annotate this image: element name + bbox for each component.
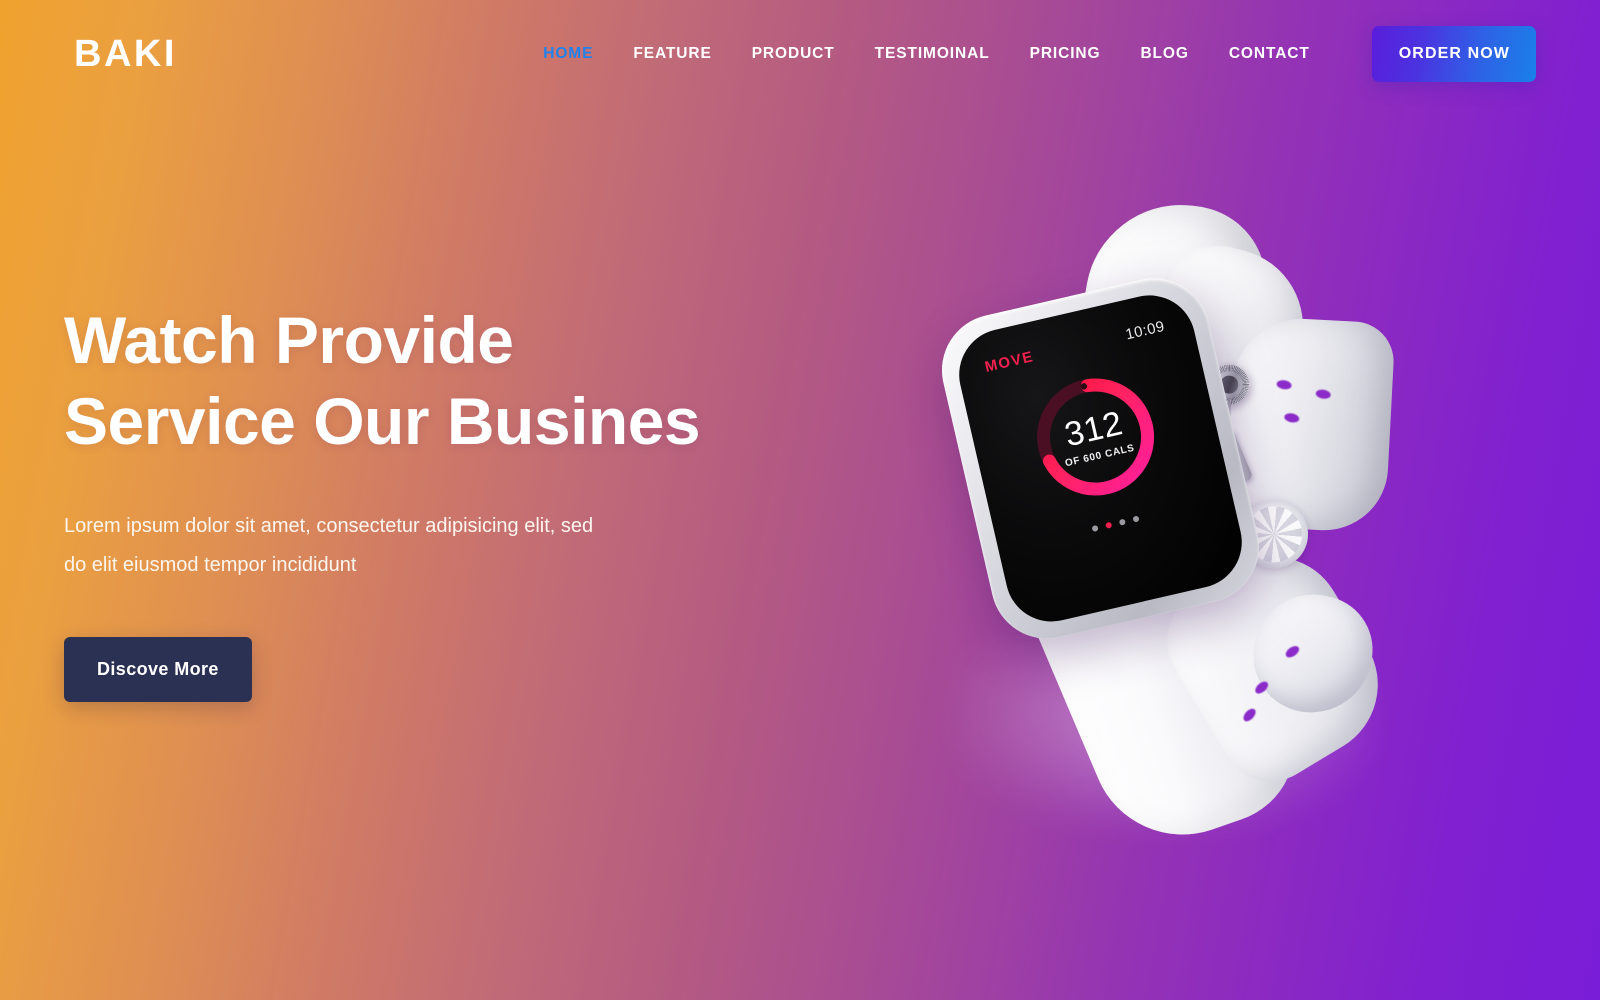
activity-ring: 312 OF 600 CALS xyxy=(1014,355,1177,518)
nav-item-pricing[interactable]: PRICING xyxy=(1010,45,1121,63)
subcopy-line-2: do elit eiusmod tempor incididunt xyxy=(64,554,357,577)
subcopy-line-1: Lorem ipsum dolor sit amet, consectetur … xyxy=(64,515,594,538)
watch-band-top-loop xyxy=(1224,315,1396,534)
hero-headline: Watch Provide Service Our Busines xyxy=(64,300,824,461)
nav-item-feature[interactable]: FEATURE xyxy=(613,45,731,63)
page-dot-active[interactable] xyxy=(1105,521,1113,529)
nav-item-blog[interactable]: BLOG xyxy=(1120,45,1208,63)
brand-logo[interactable]: BAKI xyxy=(74,35,177,73)
page-dot[interactable] xyxy=(1091,524,1099,533)
page-dot[interactable] xyxy=(1118,518,1126,526)
hero-section: BAKI HOME FEATURE PRODUCT TESTIMOINAL PR… xyxy=(0,0,1600,1000)
nav-item-contact[interactable]: CONTACT xyxy=(1209,45,1330,63)
nav-item-testimoinal[interactable]: TESTIMOINAL xyxy=(855,45,1010,63)
headline-line-1: Watch Provide xyxy=(64,303,514,377)
smartwatch: MOVE 10:09 312 OF 600 CALS xyxy=(893,187,1457,858)
headline-line-2: Service Our Busines xyxy=(64,383,701,458)
hero-copy: Watch Provide Service Our Busines Lorem … xyxy=(64,300,824,703)
order-now-button[interactable]: ORDER NOW xyxy=(1371,26,1536,82)
hero-product-image: MOVE 10:09 312 OF 600 CALS xyxy=(900,197,1460,858)
watch-screen[interactable]: MOVE 10:09 312 OF 600 CALS xyxy=(950,286,1251,631)
site-header: BAKI HOME FEATURE PRODUCT TESTIMOINAL PR… xyxy=(0,0,1600,108)
main-navigation: HOME FEATURE PRODUCT TESTIMOINAL PRICING… xyxy=(523,26,1536,82)
nav-item-home[interactable]: HOME xyxy=(523,45,613,63)
nav-item-product[interactable]: PRODUCT xyxy=(732,45,855,63)
hero-subcopy: Lorem ipsum dolor sit amet, consectetur … xyxy=(64,507,714,585)
discover-more-button[interactable]: Discove More xyxy=(64,637,252,703)
watch-time: 10:09 xyxy=(1123,317,1167,344)
page-dot[interactable] xyxy=(1132,515,1140,523)
activity-metric-label: MOVE xyxy=(983,348,1036,376)
